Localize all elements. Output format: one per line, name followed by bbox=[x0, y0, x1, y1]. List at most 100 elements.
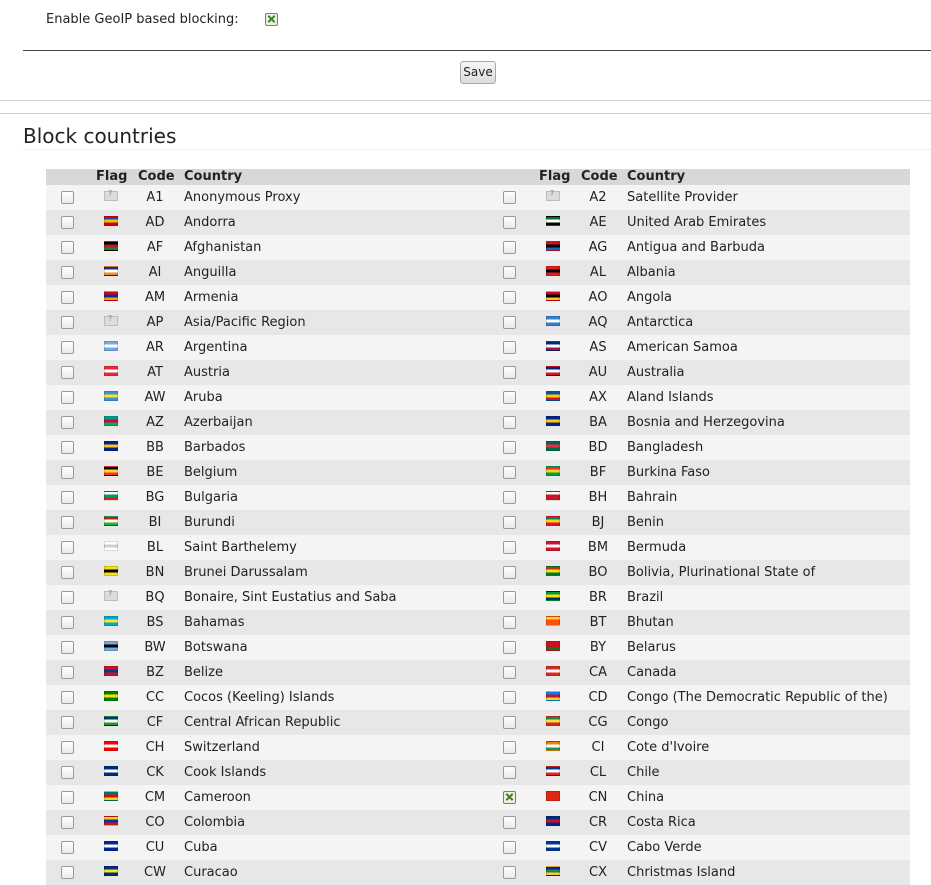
country-checkbox[interactable] bbox=[61, 816, 74, 829]
country-name: Central African Republic bbox=[184, 715, 341, 730]
country-name: Armenia bbox=[184, 290, 239, 305]
country-checkbox[interactable] bbox=[61, 241, 74, 254]
country-checkbox[interactable] bbox=[503, 591, 516, 604]
country-code: AG bbox=[588, 240, 608, 255]
country-name: Argentina bbox=[184, 340, 248, 355]
country-checkbox[interactable] bbox=[503, 466, 516, 479]
country-code: CD bbox=[588, 690, 608, 705]
country-checkbox[interactable] bbox=[503, 266, 516, 279]
country-code: BB bbox=[146, 440, 164, 455]
header-flag: Flag bbox=[539, 169, 571, 184]
country-checkbox[interactable] bbox=[61, 741, 74, 754]
country-checkbox[interactable] bbox=[503, 816, 516, 829]
country-code: BG bbox=[145, 490, 165, 505]
flag-icon bbox=[546, 566, 560, 576]
country-checkbox[interactable] bbox=[61, 466, 74, 479]
country-checkbox[interactable] bbox=[61, 716, 74, 729]
table-row: CH Switzerland CI Cote d'Ivoire bbox=[46, 735, 910, 760]
country-checkbox[interactable] bbox=[503, 691, 516, 704]
country-name: Asia/Pacific Region bbox=[184, 315, 306, 330]
country-checkbox[interactable] bbox=[503, 641, 516, 654]
table-row: BQ Bonaire, Sint Eustatius and Saba BR Braz… bbox=[46, 585, 910, 610]
country-checkbox[interactable] bbox=[503, 566, 516, 579]
country-checkbox[interactable] bbox=[61, 866, 74, 879]
country-checkbox[interactable] bbox=[503, 841, 516, 854]
country-code: AE bbox=[589, 215, 607, 230]
country-checkbox[interactable] bbox=[503, 216, 516, 229]
geoip-label: Enable GeoIP based blocking: bbox=[46, 12, 239, 27]
country-checkbox[interactable] bbox=[61, 841, 74, 854]
country-checkbox[interactable] bbox=[61, 766, 74, 779]
country-name: Bermuda bbox=[627, 540, 687, 555]
country-checkbox[interactable] bbox=[61, 216, 74, 229]
save-button[interactable]: Save bbox=[460, 61, 496, 84]
country-checkbox[interactable] bbox=[61, 591, 74, 604]
country-checkbox[interactable] bbox=[503, 716, 516, 729]
country-checkbox[interactable] bbox=[503, 666, 516, 679]
country-checkbox[interactable] bbox=[61, 491, 74, 504]
table-row: CF Central African Republic CG Congo bbox=[46, 710, 910, 735]
country-checkbox[interactable] bbox=[61, 266, 74, 279]
flag-icon bbox=[104, 491, 118, 501]
country-name: Bahrain bbox=[627, 490, 678, 505]
country-checkbox[interactable] bbox=[61, 391, 74, 404]
country-checkbox[interactable] bbox=[503, 491, 516, 504]
country-checkbox[interactable] bbox=[503, 366, 516, 379]
geoip-blocking-checkbox[interactable] bbox=[265, 13, 278, 26]
country-name: Belarus bbox=[627, 640, 676, 655]
country-checkbox[interactable] bbox=[503, 441, 516, 454]
table-row: AM Armenia AO Angola bbox=[46, 285, 910, 310]
flag-icon bbox=[546, 341, 560, 351]
country-checkbox[interactable] bbox=[503, 416, 516, 429]
country-name: Benin bbox=[627, 515, 665, 530]
country-code: AX bbox=[589, 390, 607, 405]
divider bbox=[23, 50, 931, 51]
country-checkbox[interactable] bbox=[61, 566, 74, 579]
country-checkbox[interactable] bbox=[61, 666, 74, 679]
country-checkbox[interactable] bbox=[61, 516, 74, 529]
flag-icon bbox=[546, 366, 560, 376]
country-code: CA bbox=[589, 665, 607, 680]
country-name: China bbox=[627, 790, 665, 805]
country-checkbox[interactable] bbox=[503, 241, 516, 254]
country-checkbox[interactable] bbox=[503, 541, 516, 554]
country-code: BR bbox=[589, 590, 607, 605]
country-code: BT bbox=[589, 615, 607, 630]
country-checkbox[interactable] bbox=[503, 291, 516, 304]
country-checkbox[interactable] bbox=[61, 616, 74, 629]
table-row: CM Cameroon CN China bbox=[46, 785, 910, 810]
table-row: AP Asia/Pacific Region AQ Antarctica bbox=[46, 310, 910, 335]
country-checkbox[interactable] bbox=[61, 366, 74, 379]
country-checkbox[interactable] bbox=[61, 541, 74, 554]
table-row: BL Saint Barthelemy BM Bermuda bbox=[46, 535, 910, 560]
country-code: AD bbox=[145, 215, 165, 230]
flag-icon bbox=[104, 216, 118, 226]
country-code: BF bbox=[589, 465, 607, 480]
country-checkbox[interactable] bbox=[61, 341, 74, 354]
country-code: BM bbox=[587, 540, 609, 555]
country-checkbox[interactable] bbox=[61, 291, 74, 304]
country-code: BI bbox=[148, 515, 162, 530]
country-code: CN bbox=[588, 790, 608, 805]
country-checkbox[interactable] bbox=[503, 791, 516, 804]
country-checkbox[interactable] bbox=[503, 866, 516, 879]
country-checkbox[interactable] bbox=[61, 441, 74, 454]
country-checkbox[interactable] bbox=[61, 641, 74, 654]
country-checkbox[interactable] bbox=[503, 341, 516, 354]
country-checkbox[interactable] bbox=[503, 316, 516, 329]
flag-icon bbox=[104, 541, 118, 551]
country-checkbox[interactable] bbox=[61, 191, 74, 204]
country-checkbox[interactable] bbox=[61, 316, 74, 329]
country-checkbox[interactable] bbox=[503, 391, 516, 404]
flag-icon bbox=[546, 541, 560, 551]
country-checkbox[interactable] bbox=[503, 616, 516, 629]
country-checkbox[interactable] bbox=[503, 191, 516, 204]
country-checkbox[interactable] bbox=[503, 766, 516, 779]
country-checkbox[interactable] bbox=[503, 516, 516, 529]
country-code: BL bbox=[146, 540, 164, 555]
country-checkbox[interactable] bbox=[61, 416, 74, 429]
country-name: Congo bbox=[627, 715, 669, 730]
country-checkbox[interactable] bbox=[61, 791, 74, 804]
country-checkbox[interactable] bbox=[503, 741, 516, 754]
country-checkbox[interactable] bbox=[61, 691, 74, 704]
